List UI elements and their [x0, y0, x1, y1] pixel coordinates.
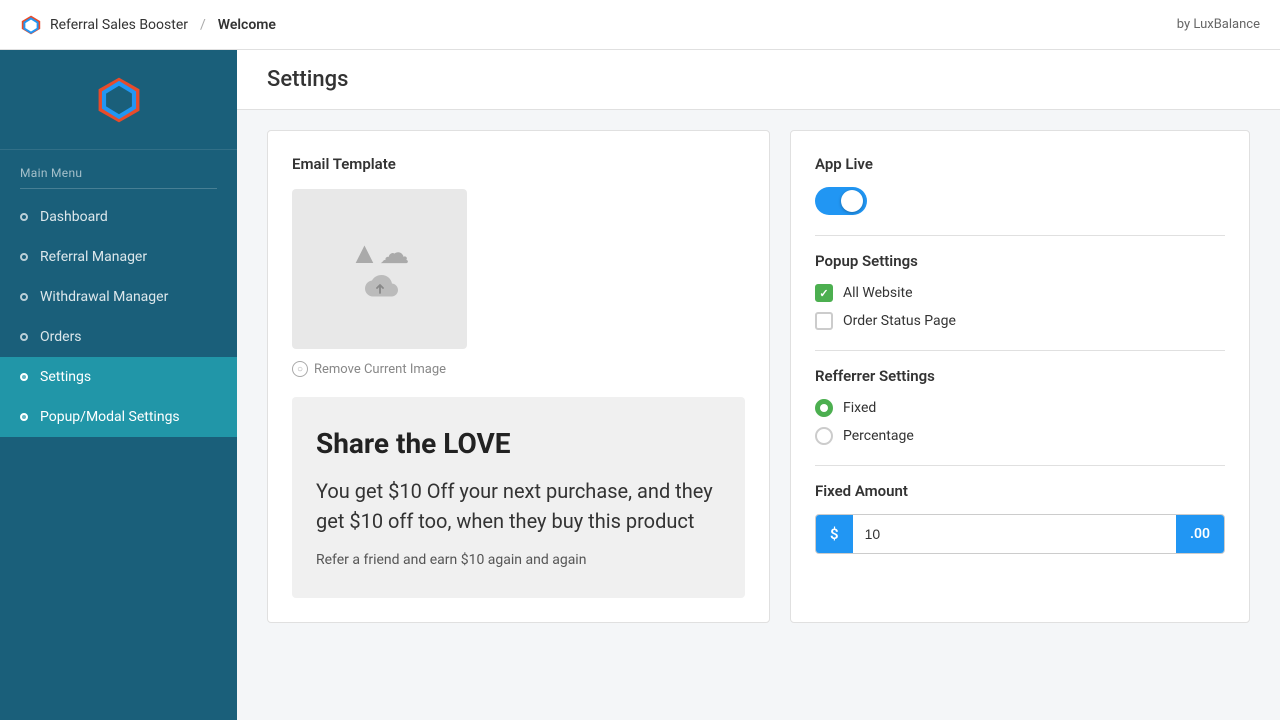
app-live-toggle[interactable] — [815, 187, 867, 215]
attribution: by LuxBalance — [1177, 17, 1260, 32]
remove-image-label: Remove Current Image — [314, 362, 446, 377]
sidebar-item-label: Dashboard — [40, 209, 108, 225]
fixed-amount-section: Fixed Amount $ .00 — [815, 482, 1225, 554]
left-card: Email Template ▲☁ ○ Remove Current Image… — [267, 130, 770, 623]
popup-settings-title: Popup Settings — [815, 252, 1225, 270]
referrer-fixed-row: Fixed — [815, 399, 1225, 417]
sidebar-item-orders[interactable]: Orders — [0, 317, 237, 357]
popup-order-status-label: Order Status Page — [843, 313, 956, 329]
email-preview-body: You get $10 Off your next purchase, and … — [316, 476, 721, 536]
sidebar-item-label: Orders — [40, 329, 82, 345]
fixed-amount-input[interactable] — [853, 515, 1176, 553]
sidebar-item-referral-manager[interactable]: Referral Manager — [0, 237, 237, 277]
content-body: Email Template ▲☁ ○ Remove Current Image… — [237, 110, 1280, 643]
sidebar-menu-label: Main Menu — [0, 150, 237, 188]
cloud-upload-icon — [360, 271, 400, 303]
sidebar-item-label: Popup/Modal Settings — [40, 409, 180, 425]
sidebar: Main Menu Dashboard Referral Manager Wit… — [0, 50, 237, 720]
sidebar-item-withdrawal-manager[interactable]: Withdrawal Manager — [0, 277, 237, 317]
image-upload-area[interactable]: ▲☁ — [292, 189, 467, 349]
sidebar-item-popup-modal-settings[interactable]: Popup/Modal Settings — [0, 397, 237, 437]
popup-order-status-row: Order Status Page — [815, 312, 1225, 330]
app-live-title: App Live — [815, 155, 1225, 173]
sidebar-item-dot — [20, 253, 28, 261]
topbar: Referral Sales Booster / Welcome by LuxB… — [0, 0, 1280, 50]
sidebar-item-dot — [20, 213, 28, 221]
content-area: Settings Email Template ▲☁ ○ Remove Curr… — [237, 50, 1280, 720]
divider-3 — [815, 465, 1225, 466]
email-preview-footer: Refer a friend and earn $10 again and ag… — [316, 552, 721, 568]
referrer-percentage-label: Percentage — [843, 428, 914, 444]
referrer-settings-section: Refferrer Settings Fixed Percentage — [815, 367, 1225, 445]
popup-all-website-checkbox[interactable] — [815, 284, 833, 302]
remove-image-button[interactable]: ○ Remove Current Image — [292, 361, 745, 377]
sidebar-item-settings[interactable]: Settings — [0, 357, 237, 397]
referrer-settings-title: Refferrer Settings — [815, 367, 1225, 385]
fixed-amount-suffix: .00 — [1176, 515, 1224, 553]
content-header-bar: Settings — [237, 50, 1280, 110]
sidebar-logo-icon — [94, 75, 144, 125]
upload-icon: ▲☁ — [350, 236, 410, 271]
sidebar-item-dot — [20, 333, 28, 341]
brand-name: Referral Sales Booster — [50, 17, 188, 33]
sidebar-divider — [20, 188, 217, 189]
popup-all-website-row: All Website — [815, 284, 1225, 302]
main-layout: Main Menu Dashboard Referral Manager Wit… — [0, 50, 1280, 720]
sidebar-item-label: Withdrawal Manager — [40, 289, 168, 305]
popup-all-website-label: All Website — [843, 285, 913, 301]
right-card: App Live Popup Settings All Website Orde… — [790, 130, 1250, 623]
sidebar-item-label: Referral Manager — [40, 249, 147, 265]
sidebar-logo-area — [0, 50, 237, 150]
sidebar-item-dot — [20, 293, 28, 301]
app-live-section: App Live — [815, 155, 1225, 215]
fixed-amount-title: Fixed Amount — [815, 482, 1225, 500]
breadcrumb-page: Welcome — [218, 17, 276, 33]
email-preview: Share the LOVE You get $10 Off your next… — [292, 397, 745, 598]
popup-order-status-checkbox[interactable] — [815, 312, 833, 330]
divider-1 — [815, 235, 1225, 236]
sidebar-item-dashboard[interactable]: Dashboard — [0, 197, 237, 237]
referrer-percentage-row: Percentage — [815, 427, 1225, 445]
email-preview-title: Share the LOVE — [316, 427, 721, 460]
sidebar-item-dot — [20, 413, 28, 421]
remove-icon: ○ — [292, 361, 308, 377]
sidebar-item-label: Settings — [40, 369, 91, 385]
fixed-amount-input-group: $ .00 — [815, 514, 1225, 554]
topbar-left: Referral Sales Booster / Welcome — [20, 14, 276, 36]
divider-2 — [815, 350, 1225, 351]
referrer-percentage-radio[interactable] — [815, 427, 833, 445]
fixed-amount-prefix: $ — [816, 515, 853, 553]
brand-logo-icon — [20, 14, 42, 36]
page-title: Settings — [267, 67, 348, 92]
sidebar-item-dot — [20, 373, 28, 381]
referrer-fixed-label: Fixed — [843, 400, 876, 416]
referrer-fixed-radio[interactable] — [815, 399, 833, 417]
breadcrumb-separator: / — [200, 17, 206, 33]
email-template-title: Email Template — [292, 155, 745, 173]
popup-settings-section: Popup Settings All Website Order Status … — [815, 252, 1225, 330]
